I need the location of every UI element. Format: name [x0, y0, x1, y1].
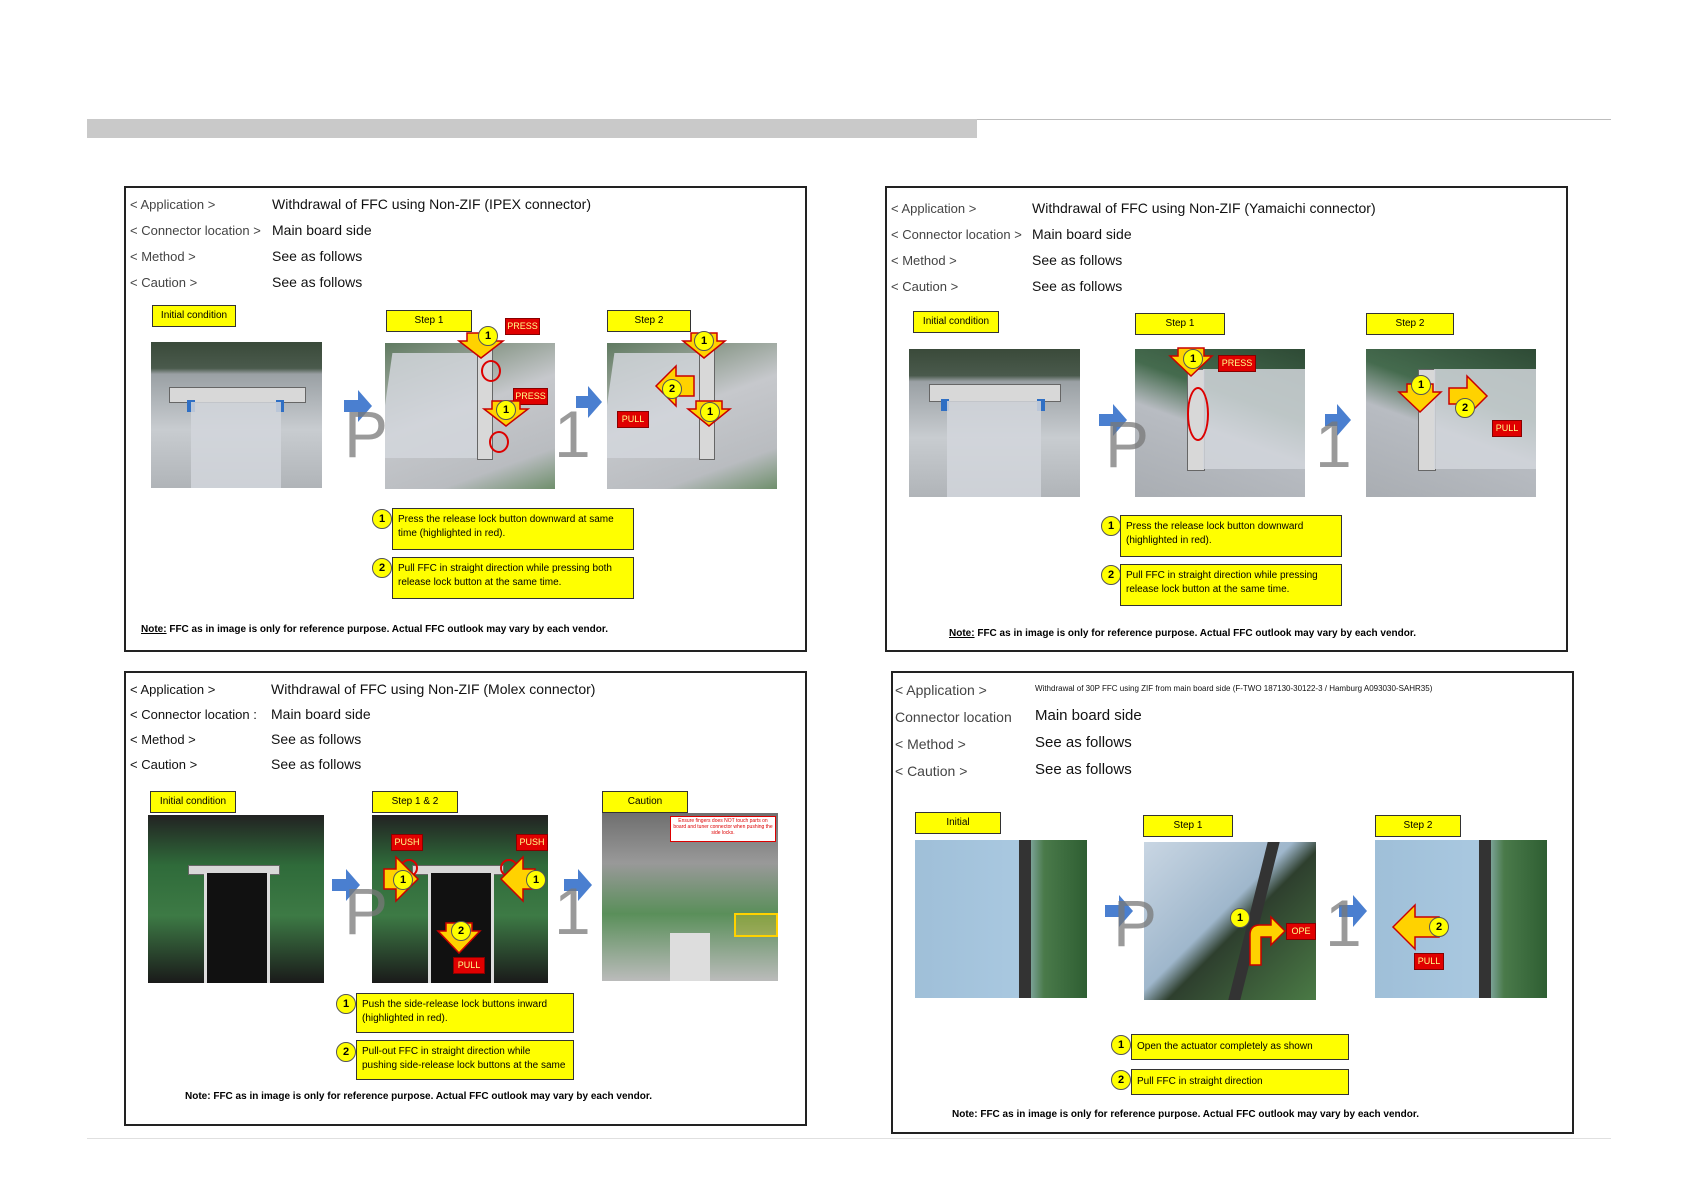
instruction-step2: Pull-out FFC in straight direction while… — [356, 1040, 574, 1080]
note: Note: FFC as in image is only for refere… — [949, 628, 1416, 639]
instruction-step1: Press the release lock button downward (… — [1120, 515, 1342, 557]
instruction-step2: Pull FFC in straight direction — [1131, 1069, 1349, 1095]
instruction-step1: Open the actuator completely as shown — [1131, 1034, 1349, 1060]
watermark: P — [1113, 886, 1158, 960]
watermark: 1 — [554, 397, 591, 471]
watermark: P — [344, 397, 389, 471]
step-marker-2: 2 — [336, 1042, 356, 1062]
panel-molex: < Application > Withdrawal of FFC using … — [124, 671, 807, 1126]
step-marker-2: 2 — [1455, 398, 1475, 418]
step-marker-1: 1 — [496, 400, 516, 420]
step-marker-1: 1 — [393, 870, 413, 890]
arrows-layer — [1105, 895, 1440, 966]
step-marker-1: 1 — [372, 509, 392, 529]
header-rule — [977, 119, 1611, 120]
step-marker-2: 2 — [1101, 565, 1121, 585]
step-marker-1: 1 — [694, 331, 714, 351]
instruction-step1: Press the release lock button downward a… — [392, 508, 634, 550]
step-marker-2: 2 — [1111, 1070, 1131, 1090]
footer-rule — [87, 1138, 1611, 1139]
step-marker-1: 1 — [1111, 1035, 1131, 1055]
step-marker-1: 1 — [526, 870, 546, 890]
watermark: 1 — [1325, 886, 1362, 960]
panel-zif: < Application > Withdrawal of 30P FFC us… — [891, 671, 1574, 1134]
header-bar — [87, 119, 977, 138]
step-marker-2: 2 — [372, 558, 392, 578]
instruction-step1: Push the side-release lock buttons inwar… — [356, 993, 574, 1033]
note: Note: FFC as in image is only for refere… — [952, 1109, 1419, 1120]
step-marker-1: 1 — [1101, 516, 1121, 536]
panel-yamaichi: < Application > Withdrawal of FFC using … — [885, 186, 1568, 652]
step-marker-2: 2 — [662, 379, 682, 399]
watermark: P — [344, 874, 389, 948]
step-marker-1: 1 — [1183, 349, 1203, 369]
instruction-step2: Pull FFC in straight direction while pre… — [1120, 564, 1342, 606]
watermark: P — [1105, 407, 1150, 481]
step-marker-1: 1 — [1230, 908, 1250, 928]
step-marker-2: 2 — [1429, 917, 1449, 937]
note: Note: FFC as in image is only for refere… — [185, 1091, 652, 1102]
instruction-step2: Pull FFC in straight direction while pre… — [392, 557, 634, 599]
step-marker-2: 2 — [451, 921, 471, 941]
step-marker-1: 1 — [336, 994, 356, 1014]
step-marker-1: 1 — [478, 326, 498, 346]
panel-ipex: < Application > Withdrawal of FFC using … — [124, 186, 807, 652]
watermark: 1 — [554, 874, 591, 948]
step-marker-1: 1 — [700, 402, 720, 422]
note: Note: FFC as in image is only for refere… — [141, 624, 608, 635]
step-marker-1: 1 — [1411, 375, 1431, 395]
watermark: 1 — [1315, 407, 1352, 481]
curved-arrow-icon — [1249, 915, 1287, 966]
